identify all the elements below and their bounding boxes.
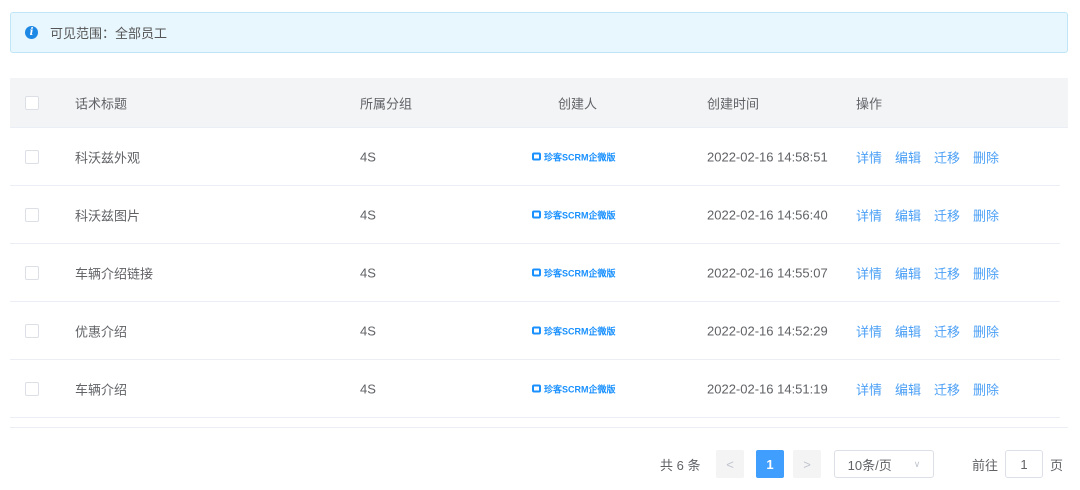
- action-move-link[interactable]: 迁移: [934, 266, 960, 281]
- creator-logo-icon: [532, 210, 541, 219]
- row-creator: 珍客SCRM企微版: [532, 150, 616, 163]
- row-actions: 详情 编辑 迁移 删除: [856, 379, 1012, 398]
- goto-label: 前往: [972, 457, 999, 473]
- action-detail-link[interactable]: 详情: [856, 324, 882, 339]
- row-title: 科沃兹外观: [75, 150, 141, 165]
- action-edit-link[interactable]: 编辑: [895, 208, 921, 223]
- header-creator: 创建人: [558, 96, 598, 111]
- row-creator: 珍客SCRM企微版: [532, 382, 616, 395]
- creator-name: 珍客SCRM企微版: [544, 384, 616, 394]
- table-row: 车辆介绍 4S 珍客SCRM企微版 2022-02-16 14:51:19 详情…: [10, 360, 1060, 418]
- row-checkbox[interactable]: [25, 207, 39, 222]
- header-title: 话术标题: [75, 96, 128, 111]
- info-icon: i: [25, 26, 38, 39]
- header-time: 创建时间: [707, 96, 760, 111]
- action-edit-link[interactable]: 编辑: [895, 382, 921, 397]
- row-creator: 珍客SCRM企微版: [532, 266, 616, 279]
- scripts-table: 话术标题 所属分组 创建人 创建时间 操作 科沃兹外观 4S 珍客SCRM企微版…: [10, 78, 1068, 428]
- action-edit-link[interactable]: 编辑: [895, 324, 921, 339]
- chevron-down-icon: ∨: [913, 458, 921, 469]
- action-edit-link[interactable]: 编辑: [895, 150, 921, 165]
- row-creator: 珍客SCRM企微版: [532, 324, 616, 337]
- row-actions: 详情 编辑 迁移 删除: [856, 321, 1012, 340]
- row-checkbox[interactable]: [25, 265, 39, 280]
- table-row-partial: [10, 418, 1060, 427]
- row-actions: 详情 编辑 迁移 删除: [856, 205, 1012, 224]
- row-actions: 详情 编辑 迁移 删除: [856, 147, 1012, 166]
- action-move-link[interactable]: 迁移: [934, 150, 960, 165]
- action-delete-link[interactable]: 删除: [973, 266, 999, 281]
- creator-name: 珍客SCRM企微版: [544, 210, 616, 220]
- next-page-button[interactable]: >: [793, 450, 821, 478]
- row-actions: 详情 编辑 迁移 删除: [856, 263, 1012, 282]
- row-group: 4S: [360, 149, 376, 164]
- action-detail-link[interactable]: 详情: [856, 150, 882, 165]
- row-time: 2022-02-16 14:52:29: [707, 323, 828, 338]
- row-group: 4S: [360, 265, 376, 280]
- action-move-link[interactable]: 迁移: [934, 382, 960, 397]
- row-time: 2022-02-16 14:56:40: [707, 207, 828, 222]
- action-edit-link[interactable]: 编辑: [895, 266, 921, 281]
- select-all-checkbox[interactable]: [25, 95, 39, 110]
- row-group: 4S: [360, 207, 376, 222]
- page-size-select[interactable]: 10条/页 ∨: [834, 450, 934, 478]
- creator-logo-icon: [532, 384, 541, 393]
- action-delete-link[interactable]: 删除: [973, 150, 999, 165]
- action-delete-link[interactable]: 删除: [973, 208, 999, 223]
- table-row: 科沃兹外观 4S 珍客SCRM企微版 2022-02-16 14:58:51 详…: [10, 128, 1060, 186]
- row-checkbox[interactable]: [25, 323, 39, 338]
- creator-logo-icon: [532, 152, 541, 161]
- creator-logo-icon: [532, 268, 541, 277]
- row-title: 车辆介绍链接: [75, 266, 154, 281]
- page-size-value: 10条/页: [847, 457, 892, 473]
- creator-name: 珍客SCRM企微版: [544, 152, 616, 162]
- visibility-alert: i 可见范围：全部员工: [10, 12, 1068, 53]
- row-title: 科沃兹图片: [75, 208, 141, 223]
- row-group: 4S: [360, 381, 376, 396]
- page-1-button[interactable]: 1: [756, 450, 784, 478]
- row-time: 2022-02-16 14:55:07: [707, 265, 828, 280]
- pagination-total: 共 6 条: [660, 457, 701, 473]
- row-creator: 珍客SCRM企微版: [532, 208, 616, 221]
- table-row: 优惠介绍 4S 珍客SCRM企微版 2022-02-16 14:52:29 详情…: [10, 302, 1060, 360]
- header-actions: 操作: [856, 96, 883, 111]
- row-checkbox[interactable]: [25, 149, 39, 164]
- table-header: 话术标题 所属分组 创建人 创建时间 操作: [10, 78, 1068, 128]
- action-delete-link[interactable]: 删除: [973, 324, 999, 339]
- action-detail-link[interactable]: 详情: [856, 382, 882, 397]
- creator-name: 珍客SCRM企微版: [544, 326, 616, 336]
- row-title: 车辆介绍: [75, 382, 128, 397]
- goto-page-input[interactable]: 1: [1005, 450, 1043, 478]
- row-title: 优惠介绍: [75, 324, 128, 339]
- action-delete-link[interactable]: 删除: [973, 382, 999, 397]
- action-move-link[interactable]: 迁移: [934, 324, 960, 339]
- action-detail-link[interactable]: 详情: [856, 266, 882, 281]
- alert-text: 可见范围：全部员工: [50, 26, 168, 41]
- row-time: 2022-02-16 14:58:51: [707, 149, 828, 164]
- table-row: 车辆介绍链接 4S 珍客SCRM企微版 2022-02-16 14:55:07 …: [10, 244, 1060, 302]
- action-move-link[interactable]: 迁移: [934, 208, 960, 223]
- row-group: 4S: [360, 323, 376, 338]
- prev-page-button[interactable]: <: [716, 450, 744, 478]
- header-group: 所属分组: [360, 96, 413, 111]
- row-checkbox[interactable]: [25, 381, 39, 396]
- creator-logo-icon: [532, 326, 541, 335]
- page-unit-label: 页: [1050, 457, 1064, 473]
- table-row: 科沃兹图片 4S 珍客SCRM企微版 2022-02-16 14:56:40 详…: [10, 186, 1060, 244]
- row-time: 2022-02-16 14:51:19: [707, 381, 828, 396]
- action-detail-link[interactable]: 详情: [856, 208, 882, 223]
- creator-name: 珍客SCRM企微版: [544, 268, 616, 278]
